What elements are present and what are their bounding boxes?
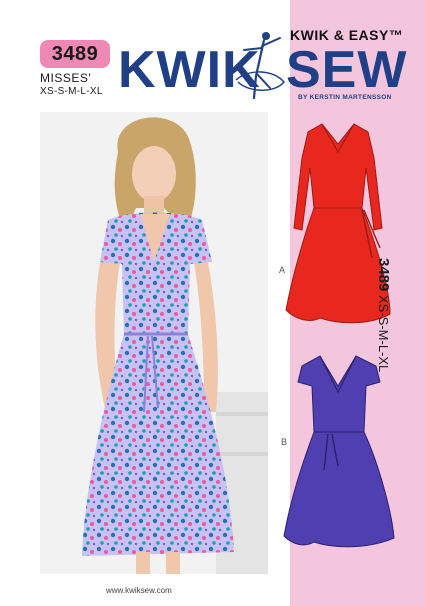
dancer-logo-icon	[235, 32, 285, 100]
pattern-sizes: XS-S-M-L-XL	[40, 86, 103, 97]
view-b-sketch	[283, 355, 395, 548]
model-illustration	[40, 112, 268, 574]
side-pattern-sizes: XS-S-M-L-XL	[376, 295, 391, 373]
designer-byline: BY KERSTIN MARTENSSON	[298, 94, 392, 101]
model-photo	[40, 112, 268, 574]
pattern-category: MISSES'	[40, 71, 92, 85]
pattern-envelope: 3489 MISSES' XS-S-M-L-XL KWIK & EASY™ KW…	[0, 0, 425, 606]
logo-sew-text: SEW	[286, 41, 408, 99]
pattern-number: 3489	[51, 42, 99, 65]
website-url: www.kwiksew.com	[106, 586, 172, 595]
side-pattern-info: 3489 XS-S-M-L-XL	[375, 258, 412, 408]
pattern-number-badge: 3489	[40, 40, 110, 68]
view-a-label: A	[279, 265, 286, 275]
side-pattern-text: 3489 XS-S-M-L-XL	[375, 258, 392, 372]
view-b-label: B	[281, 437, 288, 447]
side-pattern-number: 3489	[375, 258, 392, 292]
